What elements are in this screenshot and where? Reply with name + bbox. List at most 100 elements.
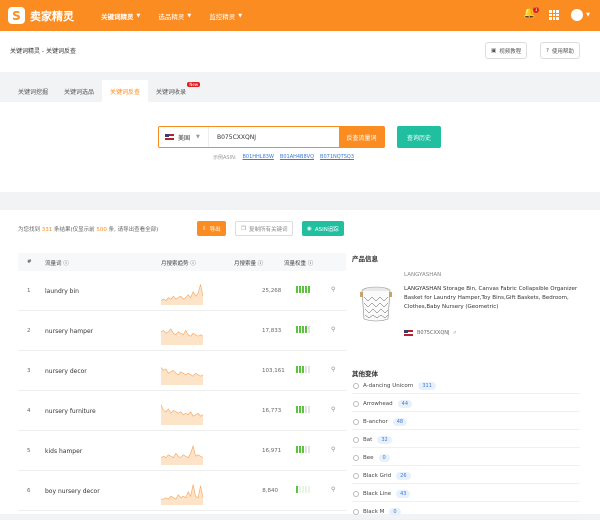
query-history-button[interactable]: 查询历史 — [397, 126, 441, 148]
trend-sparkline — [161, 444, 203, 465]
page-header: 关键词精灵 - 关键词反查 ▣ 视频教程 ? 使用帮助 — [0, 31, 600, 72]
user-menu-chevron-icon[interactable]: ▼ — [586, 12, 590, 18]
variant-item[interactable]: Bee 0 — [352, 450, 580, 466]
keyword-action-icon[interactable]: ⚲ — [331, 486, 335, 493]
nav-keyword-genie[interactable]: 关键词精灵 ▼ — [101, 11, 140, 21]
keyword-action-icon[interactable]: ⚲ — [331, 446, 335, 453]
radio-icon[interactable] — [353, 418, 359, 425]
info-icon[interactable]: ⓘ — [190, 261, 196, 267]
variant-name: Arrowhead — [363, 400, 393, 407]
weight-bar — [305, 326, 307, 333]
asin-input[interactable] — [209, 127, 339, 147]
user-avatar[interactable] — [571, 9, 584, 21]
tab-keyword-mining[interactable]: 关键词挖掘 — [10, 80, 56, 102]
variant-name: Black Line — [363, 490, 392, 497]
keyword-text[interactable]: nursery hamper — [45, 328, 93, 335]
notification-bell-icon[interactable]: 🔔 1 — [523, 7, 540, 22]
variant-count-badge: 48 — [392, 417, 408, 426]
keyword-text[interactable]: nursery decor — [45, 368, 87, 375]
weight-bar — [305, 286, 307, 293]
weight-bar — [296, 446, 298, 453]
app-logo[interactable]: S 卖家精灵 — [8, 7, 74, 24]
variant-item[interactable]: B-anchor 48 — [352, 414, 580, 430]
trend-area — [161, 404, 203, 425]
weight-bar — [308, 406, 310, 413]
radio-icon[interactable] — [353, 490, 359, 497]
asin-tracking-button[interactable]: ◉ ASIN追踪 — [302, 221, 344, 236]
tab-keyword-index[interactable]: 关键词收录 New — [148, 80, 201, 102]
product-image[interactable] — [356, 283, 396, 325]
nav-monitor-genie[interactable]: 监控精灵 ▼ — [209, 11, 242, 21]
radio-icon[interactable] — [353, 472, 359, 479]
reverse-lookup-button[interactable]: 反查流量词 — [339, 127, 384, 147]
trend-area — [161, 328, 203, 345]
weight-bar — [308, 286, 310, 293]
radio-icon[interactable] — [353, 400, 359, 407]
keyword-text[interactable]: laundry bin — [45, 288, 79, 295]
radio-icon[interactable] — [353, 436, 359, 443]
product-info-panel: 产品信息 LANGYASHAN LANGYASHAN Storage Bin, … — [352, 253, 582, 520]
tab-keyword-reverse[interactable]: 关键词反查 — [102, 80, 149, 102]
weight-bar — [299, 366, 301, 373]
keyword-action-icon[interactable]: ⚲ — [331, 366, 335, 373]
weight-bar — [299, 286, 301, 293]
chevron-down-icon: ▼ — [238, 12, 243, 19]
product-asin: B075CXXQNJ ⇗ — [404, 330, 457, 336]
row-number: 6 — [27, 488, 31, 494]
weight-indicator — [296, 366, 310, 373]
table-row: 1 laundry bin 25,268 ⚲ — [18, 271, 346, 311]
variant-item[interactable]: Black Line 43 — [352, 486, 580, 502]
variant-count-badge: 0 — [389, 507, 401, 516]
keyword-text[interactable]: nursery furniture — [45, 408, 96, 415]
nav-product-genie[interactable]: 选品精灵 ▼ — [158, 11, 191, 21]
chevron-down-icon: ▼ — [187, 12, 192, 19]
keyword-text[interactable]: boy nursery decor — [45, 488, 100, 495]
trend-sparkline — [161, 284, 203, 305]
trend-sparkline — [161, 367, 203, 385]
variant-item[interactable]: A-dancing Unicorn 311 — [352, 378, 580, 394]
external-link-icon[interactable]: ⇗ — [452, 330, 456, 336]
export-button[interactable]: ⇩ 导出 — [197, 221, 226, 236]
result-summary: 为您找到 331 条结果(仅显示前 500 条, 请导出查看全部) — [18, 227, 159, 233]
table-row: 2 nursery hamper 17,833 ⚲ — [18, 311, 346, 351]
keyword-action-icon[interactable]: ⚲ — [331, 286, 335, 293]
row-number: 2 — [27, 328, 31, 334]
weight-bar — [302, 446, 304, 453]
weight-bar — [305, 486, 307, 493]
variant-item[interactable]: Bat 32 — [352, 432, 580, 448]
radio-icon[interactable] — [353, 454, 359, 461]
example-asin-link[interactable]: B01AH4B8VQ — [280, 154, 314, 161]
weight-indicator — [296, 446, 310, 453]
info-icon[interactable]: ⓘ — [308, 261, 314, 267]
radio-icon[interactable] — [353, 382, 359, 389]
keyword-action-icon[interactable]: ⚲ — [331, 326, 335, 333]
product-brand: LANGYASHAN — [404, 272, 442, 278]
weight-bar — [302, 326, 304, 333]
example-asin-link[interactable]: B01HHL83W — [243, 154, 274, 161]
keyword-text[interactable]: kids hamper — [45, 448, 82, 455]
apps-grid-icon[interactable] — [549, 10, 560, 20]
weight-bar — [305, 406, 307, 413]
export-icon: ⇩ — [202, 225, 207, 232]
top-navigation-bar: S 卖家精灵 关键词精灵 ▼ 选品精灵 ▼ 监控精灵 ▼ 🔔 1 ▼ — [0, 0, 600, 31]
tab-keyword-product[interactable]: 关键词选品 — [56, 80, 102, 102]
variant-count-badge: 44 — [397, 399, 413, 408]
weight-indicator — [296, 326, 310, 333]
variant-item[interactable]: Black M0 — [352, 504, 580, 520]
table-row: 6 boy nursery decor 8,840 ⚲ — [18, 471, 346, 511]
variant-count-badge: 43 — [396, 489, 411, 498]
weight-indicator — [296, 486, 310, 493]
country-select[interactable]: 美国 ▼ — [159, 127, 209, 147]
copy-keywords-button[interactable]: ❐ 复制所有关键词 — [235, 221, 294, 236]
keyword-action-icon[interactable]: ⚲ — [331, 406, 335, 413]
video-tutorial-button[interactable]: ▣ 视频教程 — [485, 42, 528, 59]
variant-item[interactable]: Black Grid 26 — [352, 468, 580, 484]
info-icon[interactable]: ⓘ — [258, 261, 264, 267]
weight-bar — [302, 486, 304, 493]
results-panel: 为您找到 331 条结果(仅显示前 500 条, 请导出查看全部) ⇩ 导出 ❐ 复… — [0, 210, 600, 520]
info-icon[interactable]: ⓘ — [63, 261, 69, 267]
help-button[interactable]: ? 使用帮助 — [540, 42, 580, 59]
variant-item[interactable]: Arrowhead 44 — [352, 396, 580, 412]
example-asin-link[interactable]: B071NQTSQ3 — [320, 154, 354, 161]
weight-bar — [296, 326, 298, 333]
